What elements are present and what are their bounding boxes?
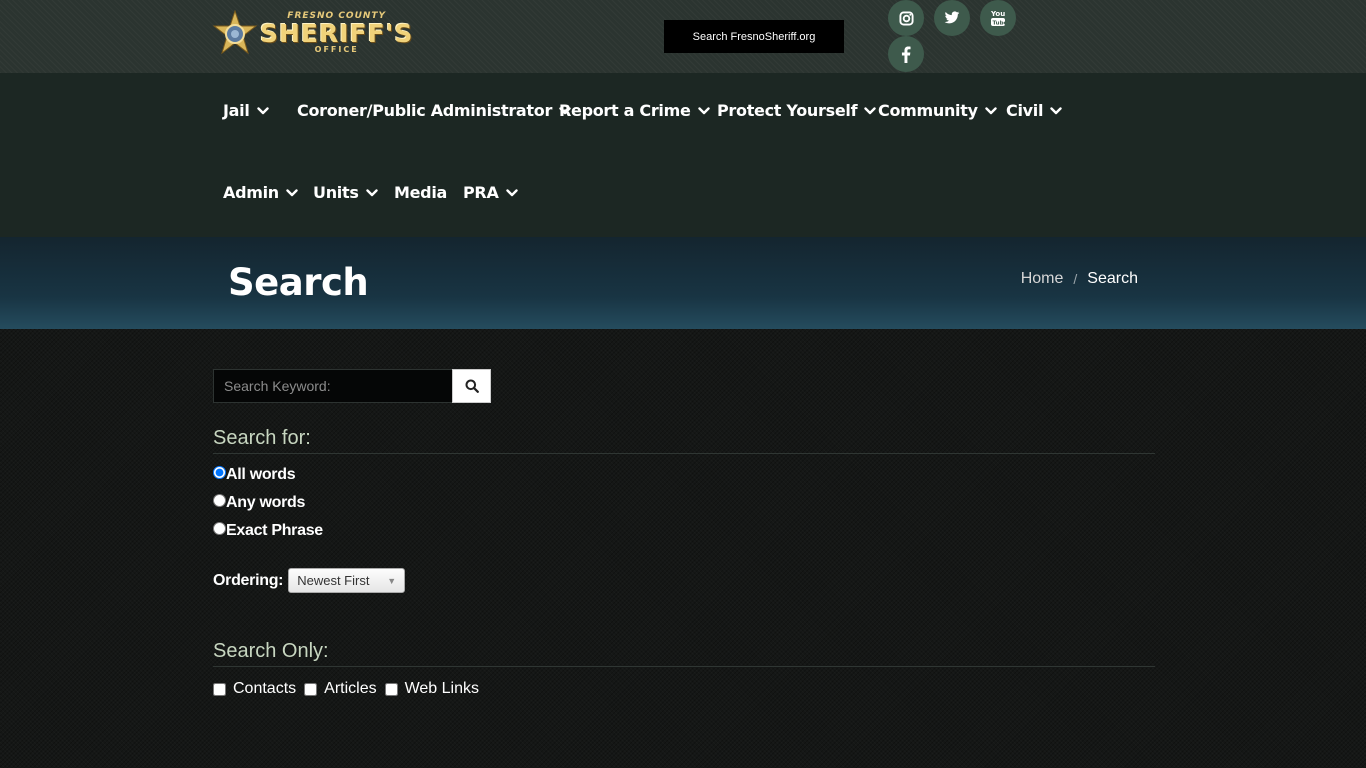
search-icon: [465, 379, 479, 393]
top-header: FRESNO COUNTY SHERIFF'S OFFICE Search Fr…: [0, 0, 1366, 73]
chevron-down-icon: [256, 106, 269, 114]
ordering-selected-value: Newest First: [297, 573, 370, 588]
nav-item-label: Civil: [1006, 101, 1044, 120]
area-web-links[interactable]: Web Links: [384, 680, 479, 698]
radio-exact-phrase[interactable]: Exact Phrase: [213, 521, 323, 540]
instagram-icon: [898, 10, 914, 26]
page-title: Search: [228, 261, 369, 304]
facebook-icon: [901, 45, 911, 63]
area-contacts-checkbox[interactable]: [213, 682, 226, 696]
nav-item-label: Units: [313, 183, 359, 202]
nav-item-label: Community: [878, 101, 978, 120]
ordering-select[interactable]: Newest First ▼: [288, 568, 406, 593]
area-contacts[interactable]: Contacts: [213, 680, 296, 698]
nav-item-label: Protect Yourself: [717, 101, 858, 120]
logo-sheriff-text: SHERIFF'S: [260, 19, 414, 48]
radio-any-words[interactable]: Any words: [213, 493, 306, 512]
nav-item-admin[interactable]: Admin: [223, 183, 298, 202]
breadcrumb-separator: /: [1073, 271, 1078, 287]
radio-all-words[interactable]: All words: [213, 465, 296, 484]
radio-exact-phrase-input[interactable]: [213, 521, 226, 535]
radio-label: All words: [226, 466, 296, 483]
nav-item-label: Media: [394, 183, 448, 202]
chevron-down-icon: [985, 106, 997, 114]
chevron-down-icon: [697, 106, 710, 114]
breadcrumb: Home / Search: [1021, 270, 1138, 288]
svg-text:Tube: Tube: [993, 21, 1007, 27]
radio-any-words-input[interactable]: [213, 493, 226, 507]
checkbox-label: Articles: [324, 680, 377, 697]
page-banner: Search Home / Search: [0, 237, 1366, 329]
facebook-link[interactable]: [888, 36, 924, 72]
chevron-down-icon: [286, 188, 298, 196]
chevron-down-icon: [365, 188, 378, 196]
radio-label: Exact Phrase: [226, 522, 323, 539]
youtube-icon: You Tube: [990, 10, 1007, 27]
youtube-link[interactable]: You Tube: [980, 0, 1016, 36]
twitter-link[interactable]: [934, 0, 970, 36]
ordering-label: Ordering:: [213, 571, 284, 589]
instagram-link[interactable]: [888, 0, 924, 36]
nav-item-civil[interactable]: Civil: [1006, 101, 1062, 120]
dropdown-arrow-icon: ▼: [387, 575, 397, 586]
nav-item-jail[interactable]: Jail: [223, 101, 269, 120]
search-for-heading: Search for:: [213, 427, 1155, 454]
radio-label: Any words: [226, 494, 306, 511]
nav-item-label: Coroner/Public Administrator: [297, 101, 553, 120]
ordering-control: Ordering: Newest First ▼: [213, 568, 406, 593]
search-keyword-input[interactable]: [213, 369, 453, 403]
area-articles-checkbox[interactable]: [304, 682, 318, 696]
nav-item-units[interactable]: Units: [313, 183, 378, 202]
chevron-down-icon: [864, 106, 876, 114]
site-search-button[interactable]: Search FresnoSheriff.org: [664, 20, 844, 53]
breadcrumb-current: Search: [1087, 270, 1138, 287]
search-submit-button[interactable]: [452, 369, 491, 403]
nav-item-media[interactable]: Media: [394, 183, 447, 202]
nav-item-coroner[interactable]: Coroner/Public Administrator: [297, 101, 571, 120]
chevron-down-icon: [1050, 106, 1062, 114]
sheriff-star-icon: [212, 9, 258, 56]
main-navigation: Jail Coroner/Public Administrator Report…: [0, 73, 1366, 237]
search-only-heading: Search Only:: [213, 640, 1155, 667]
nav-item-label: Jail: [223, 101, 250, 120]
checkbox-label: Contacts: [233, 680, 297, 697]
twitter-icon: [944, 11, 960, 24]
search-areas: Contacts Articles Web Links: [213, 680, 487, 698]
nav-item-pra[interactable]: PRA: [463, 183, 518, 202]
logo-wordmark: FRESNO COUNTY SHERIFF'S OFFICE: [260, 12, 413, 54]
breadcrumb-home-link[interactable]: Home: [1021, 270, 1064, 288]
area-web-links-checkbox[interactable]: [384, 682, 398, 696]
nav-item-protect-yourself[interactable]: Protect Yourself: [717, 101, 876, 120]
nav-item-label: PRA: [463, 183, 499, 202]
sheriff-logo[interactable]: FRESNO COUNTY SHERIFF'S OFFICE: [212, 8, 428, 58]
nav-item-label: Report a Crime: [559, 101, 691, 120]
svg-text:You: You: [990, 10, 1005, 18]
nav-item-label: Admin: [223, 183, 279, 202]
area-articles[interactable]: Articles: [304, 680, 377, 698]
chevron-down-icon: [505, 188, 518, 196]
nav-item-report-crime[interactable]: Report a Crime: [559, 101, 710, 120]
radio-all-words-input[interactable]: [213, 465, 226, 479]
nav-item-community[interactable]: Community: [878, 101, 997, 120]
checkbox-label: Web Links: [404, 680, 479, 697]
